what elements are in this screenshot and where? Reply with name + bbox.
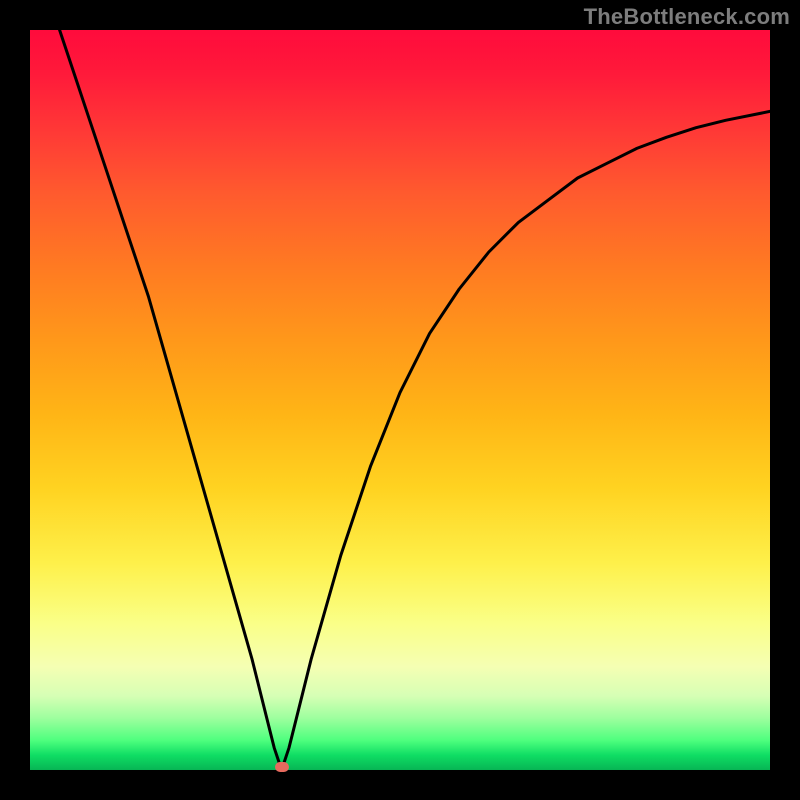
watermark-text: TheBottleneck.com [584, 4, 790, 30]
chart-frame: TheBottleneck.com [0, 0, 800, 800]
curve-svg [30, 30, 770, 770]
plot-area [30, 30, 770, 770]
bottleneck-curve [60, 30, 770, 770]
min-marker-icon [275, 762, 289, 772]
